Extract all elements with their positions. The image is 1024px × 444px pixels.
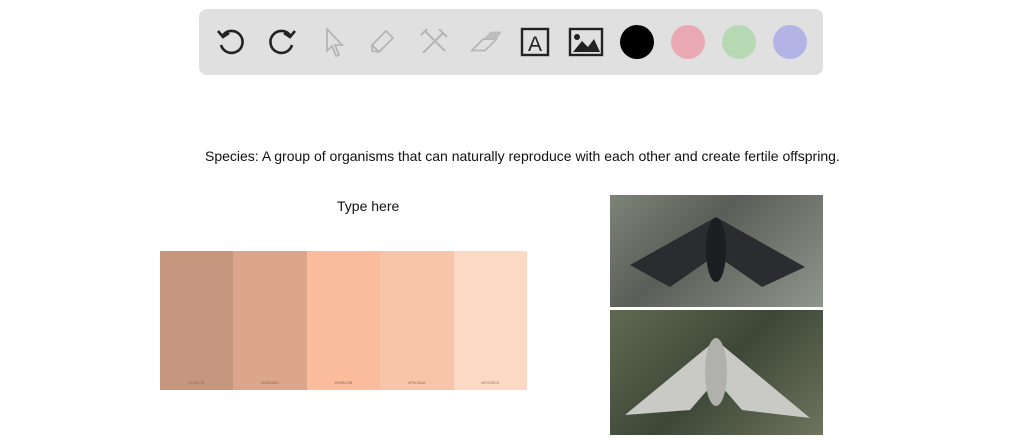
tools-icon: [420, 28, 448, 54]
color-blue-button[interactable]: [773, 25, 807, 59]
text-box[interactable]: Type here: [337, 198, 399, 214]
pencil-icon: [371, 29, 395, 53]
light-moth-image: [625, 338, 810, 418]
palette-swatch: #FCD9C4: [453, 251, 528, 390]
svg-text:A: A: [528, 33, 542, 56]
swatch-label: #DBA68C: [261, 380, 279, 385]
palette-swatch: #F9C5AA: [380, 251, 454, 390]
palette-swatch: #FBBC9B: [306, 251, 381, 390]
image-tool-icon: [568, 27, 604, 57]
eraser-icon: [469, 31, 503, 52]
dark-moth-photo[interactable]: [610, 195, 823, 307]
redo-button[interactable]: [264, 24, 300, 60]
pencil-button[interactable]: [365, 24, 401, 60]
undo-button[interactable]: [213, 24, 249, 60]
text-tool-icon: A: [520, 27, 550, 57]
redo-icon: [269, 29, 296, 55]
color-green-button[interactable]: [722, 25, 756, 59]
select-button[interactable]: [315, 24, 351, 60]
swatch-label: #FCD9C4: [481, 380, 500, 385]
select-pointer-icon: [326, 26, 345, 58]
skin-tone-palette: #C6977E #DBA68C #FBBC9B #F9C5AA #FCD9C4: [160, 251, 528, 390]
swatch-label: #C6977E: [188, 380, 206, 385]
eraser-button[interactable]: [468, 24, 504, 60]
undo-icon: [217, 29, 244, 55]
drawing-toolbar: A: [199, 9, 823, 75]
tools-button[interactable]: [416, 24, 452, 60]
dark-moth-image: [630, 217, 805, 287]
palette-swatch: #C6977E: [160, 251, 234, 390]
text-tool-button[interactable]: A: [517, 24, 553, 60]
species-definition-text[interactable]: Species: A group of organisms that can n…: [205, 148, 840, 164]
light-moth-photo[interactable]: [610, 310, 823, 435]
image-tool-button[interactable]: [568, 24, 604, 60]
swatch-label: #F9C5AA: [408, 380, 426, 385]
palette-swatch: #DBA68C: [233, 251, 307, 390]
color-black-button[interactable]: [620, 25, 654, 59]
swatch-label: #FBBC9B: [334, 380, 353, 385]
color-pink-button[interactable]: [671, 25, 705, 59]
